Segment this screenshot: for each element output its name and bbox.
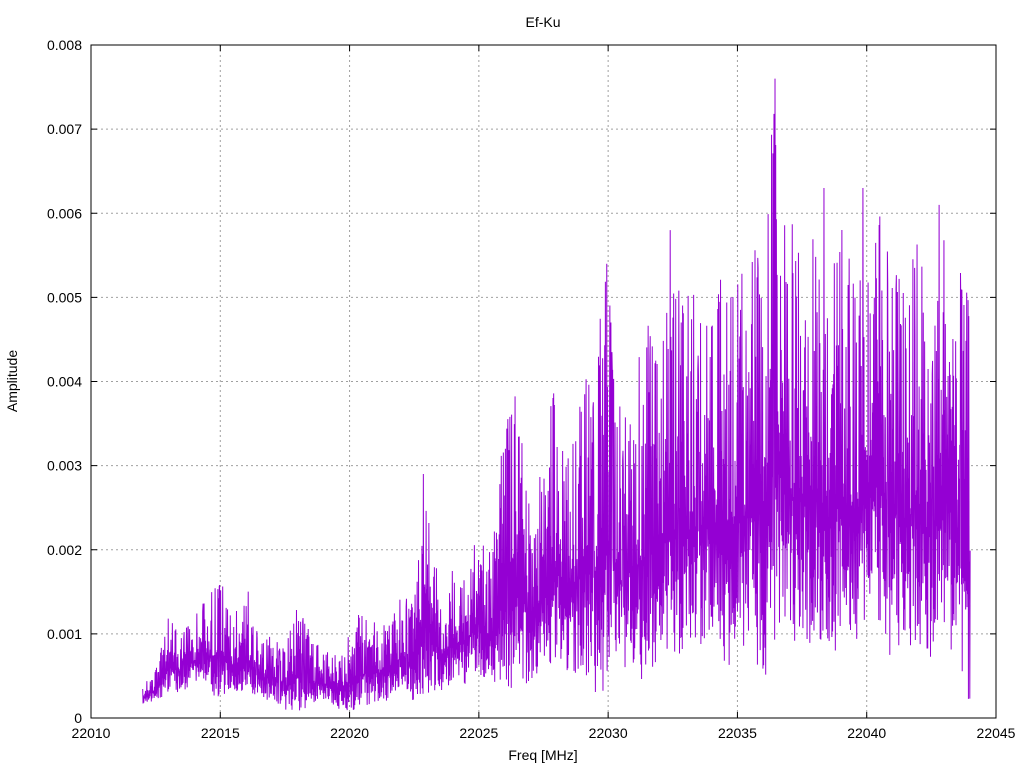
x-tick-label: 22010 [72,725,111,741]
y-axis-title: Amplitude [4,350,20,412]
y-tick-label: 0.008 [47,37,82,53]
x-tick-label: 22045 [977,725,1016,741]
y-tick-label: 0.001 [47,626,82,642]
x-tick-label: 22020 [330,725,369,741]
y-tick-label: 0.002 [47,542,82,558]
x-axis-title: Freq [MHz] [508,747,577,763]
x-tick-label: 22025 [459,725,498,741]
x-tick-labels: 22010 22015 22020 22025 22030 22035 22040 22045 [72,725,1016,741]
y-tick-label: 0.005 [47,289,82,305]
x-tick-label: 22040 [847,725,886,741]
series-layer [142,78,971,711]
x-tick-label: 22030 [589,725,628,741]
spectrum-chart: Ef-Ku 22010 22015 22020 22025 22030 22035 2204… [4,14,1016,763]
y-tick-label: 0.004 [47,374,82,390]
spectrum-series-line [142,78,971,711]
x-tick-label: 22015 [201,725,240,741]
y-tick-label: 0 [74,710,82,726]
y-tick-labels: 0 0.001 0.002 0.003 0.004 0.005 0.006 0.007 0.00… [47,37,82,726]
y-tick-label: 0.003 [47,458,82,474]
chart-title: Ef-Ku [525,14,560,30]
y-tick-label: 0.006 [47,205,82,221]
y-tick-label: 0.007 [47,121,82,137]
x-tick-label: 22035 [718,725,757,741]
